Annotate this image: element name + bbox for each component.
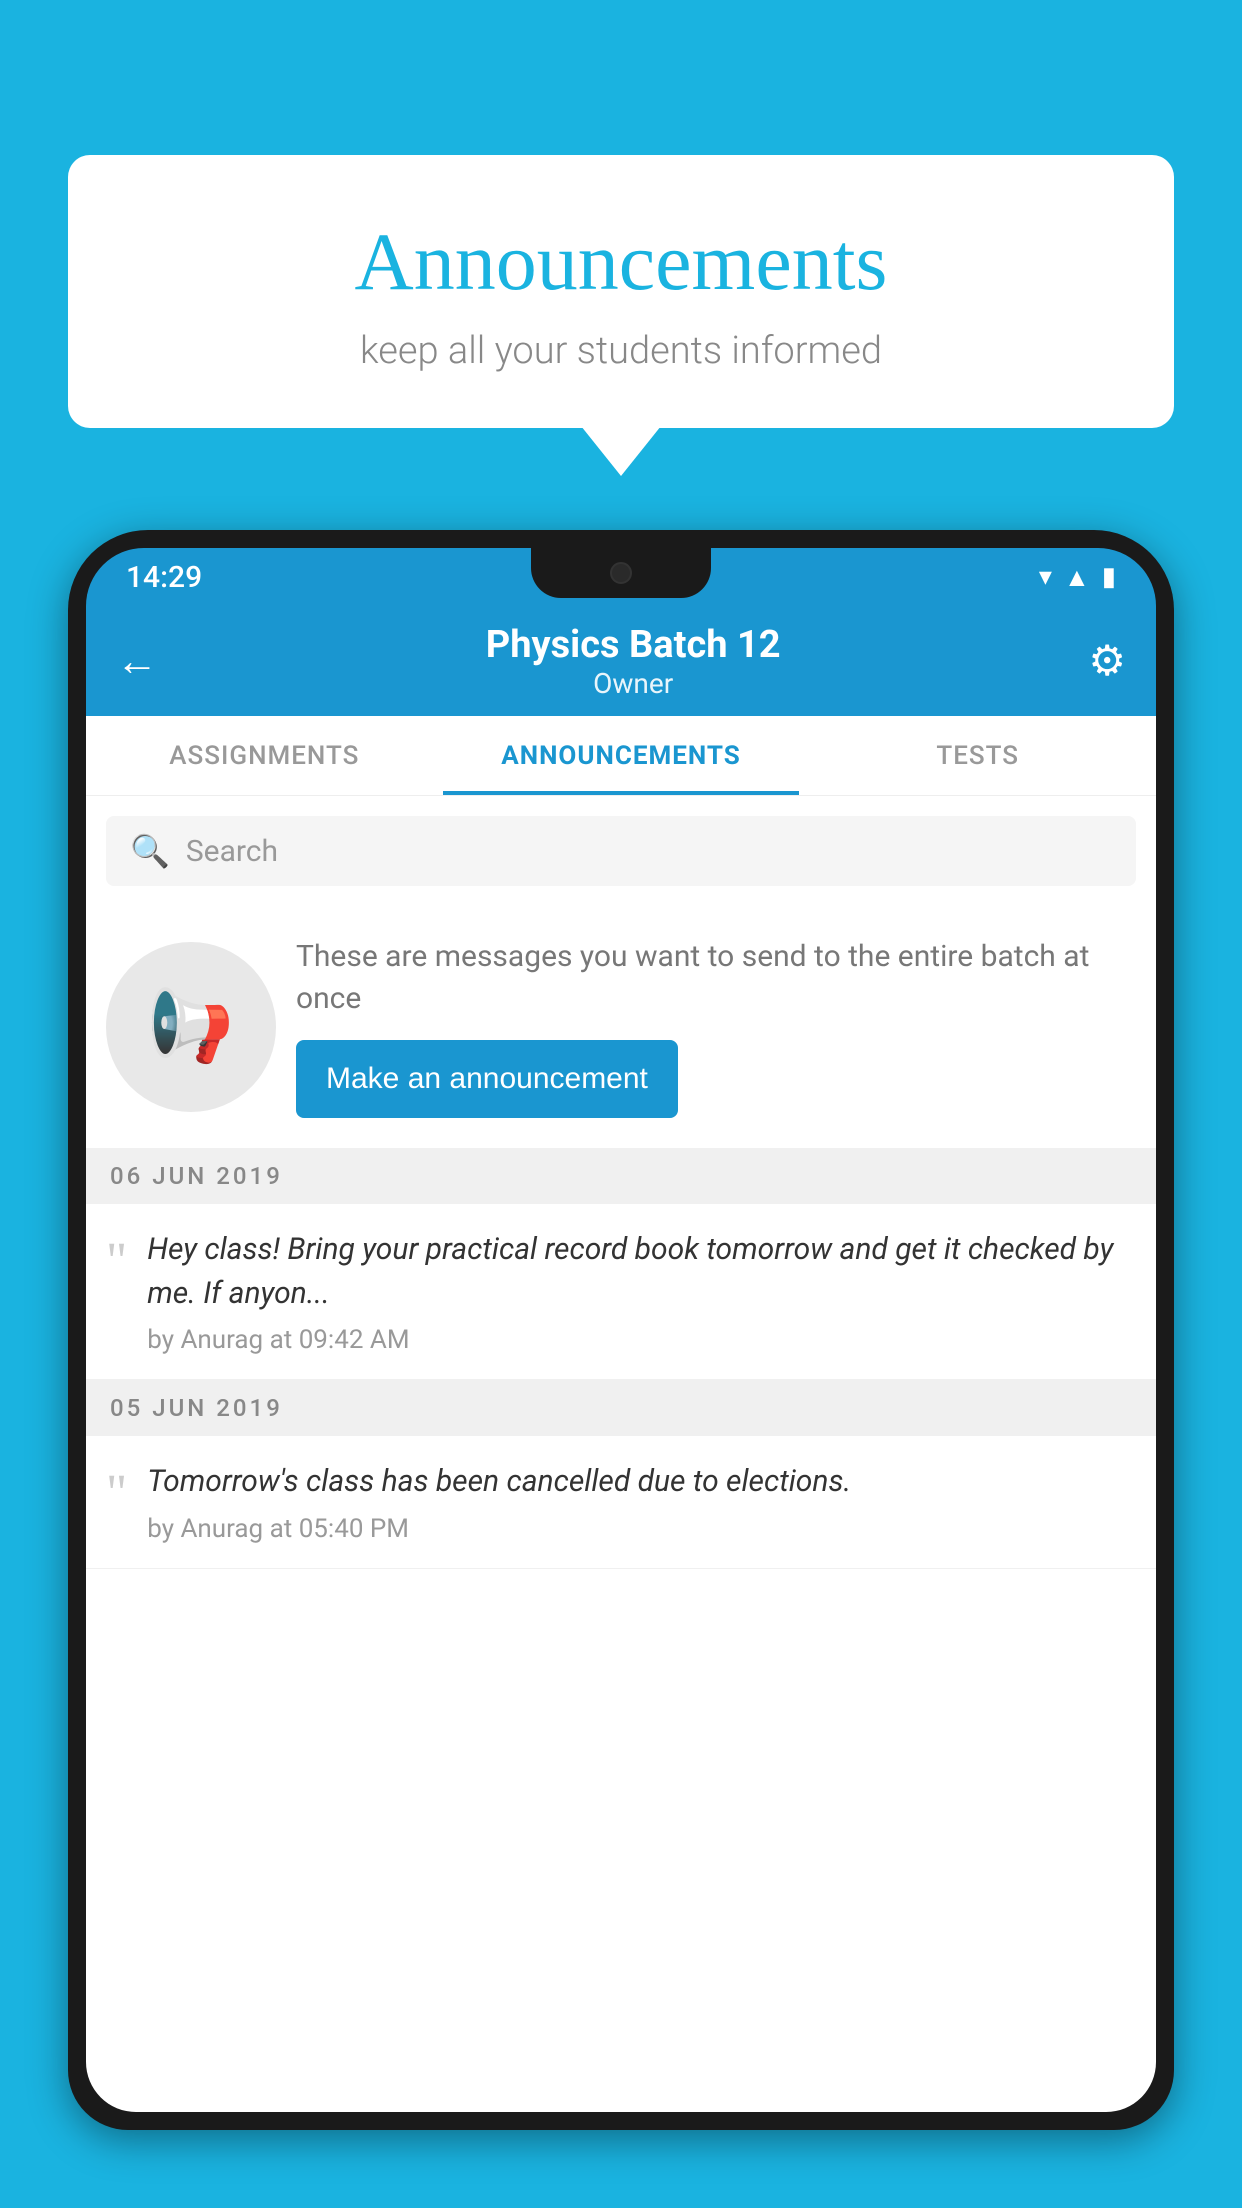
- promo-text: These are messages you want to send to t…: [296, 936, 1136, 1020]
- status-time: 14:29: [126, 560, 202, 595]
- make-announcement-button[interactable]: Make an announcement: [296, 1040, 678, 1118]
- battery-icon: ▮: [1102, 562, 1116, 592]
- signal-icon: ▲: [1064, 562, 1090, 593]
- tab-bar: ASSIGNMENTS ANNOUNCEMENTS TESTS: [86, 716, 1156, 796]
- phone-notch: [531, 548, 711, 598]
- phone-frame: 14:29 ▾ ▲ ▮ ← Physics Batch 12 Owner ⚙ A…: [68, 530, 1174, 2208]
- app-bar-subtitle: Owner: [178, 667, 1088, 700]
- app-bar: ← Physics Batch 12 Owner ⚙: [86, 606, 1156, 716]
- announcement-item-2: " Tomorrow's class has been cancelled du…: [86, 1436, 1156, 1569]
- promo-icon-circle: 📢: [106, 942, 276, 1112]
- quote-icon-1: ": [106, 1236, 127, 1288]
- announcement-body-2: Tomorrow's class has been cancelled due …: [147, 1460, 1136, 1544]
- announcement-item-1: " Hey class! Bring your practical record…: [86, 1204, 1156, 1380]
- promo-right: These are messages you want to send to t…: [296, 936, 1136, 1118]
- date-separator-2: 05 JUN 2019: [86, 1380, 1156, 1436]
- search-icon: 🔍: [130, 832, 170, 870]
- announcement-text-1: Hey class! Bring your practical record b…: [147, 1228, 1136, 1315]
- speech-bubble-container: Announcements keep all your students inf…: [68, 155, 1174, 428]
- announcement-meta-2: by Anurag at 05:40 PM: [147, 1514, 1136, 1544]
- quote-icon-2: ": [106, 1468, 127, 1520]
- announcement-body-1: Hey class! Bring your practical record b…: [147, 1228, 1136, 1355]
- announcement-text-2: Tomorrow's class has been cancelled due …: [147, 1460, 1136, 1504]
- search-placeholder: Search: [186, 834, 278, 869]
- bubble-subtitle: keep all your students informed: [118, 329, 1124, 373]
- tab-assignments[interactable]: ASSIGNMENTS: [86, 716, 443, 795]
- announcement-promo: 📢 These are messages you want to send to…: [86, 906, 1156, 1148]
- phone-outer: 14:29 ▾ ▲ ▮ ← Physics Batch 12 Owner ⚙ A…: [68, 530, 1174, 2130]
- app-bar-center: Physics Batch 12 Owner: [178, 623, 1088, 700]
- bubble-title: Announcements: [118, 215, 1124, 309]
- status-icons: ▾ ▲ ▮: [1039, 562, 1116, 593]
- date-separator-1: 06 JUN 2019: [86, 1148, 1156, 1204]
- tab-announcements[interactable]: ANNOUNCEMENTS: [443, 716, 800, 795]
- speech-bubble: Announcements keep all your students inf…: [68, 155, 1174, 428]
- phone-camera: [610, 562, 632, 584]
- app-bar-title: Physics Batch 12: [178, 623, 1088, 667]
- tab-tests[interactable]: TESTS: [799, 716, 1156, 795]
- wifi-icon: ▾: [1039, 562, 1052, 592]
- back-button[interactable]: ←: [116, 637, 158, 686]
- announcement-meta-1: by Anurag at 09:42 AM: [147, 1325, 1136, 1355]
- search-bar[interactable]: 🔍 Search: [106, 816, 1136, 886]
- gear-icon[interactable]: ⚙: [1088, 636, 1126, 686]
- phone-content: 🔍 Search 📢 These are messages you want t…: [86, 796, 1156, 2112]
- megaphone-icon: 📢: [147, 986, 234, 1068]
